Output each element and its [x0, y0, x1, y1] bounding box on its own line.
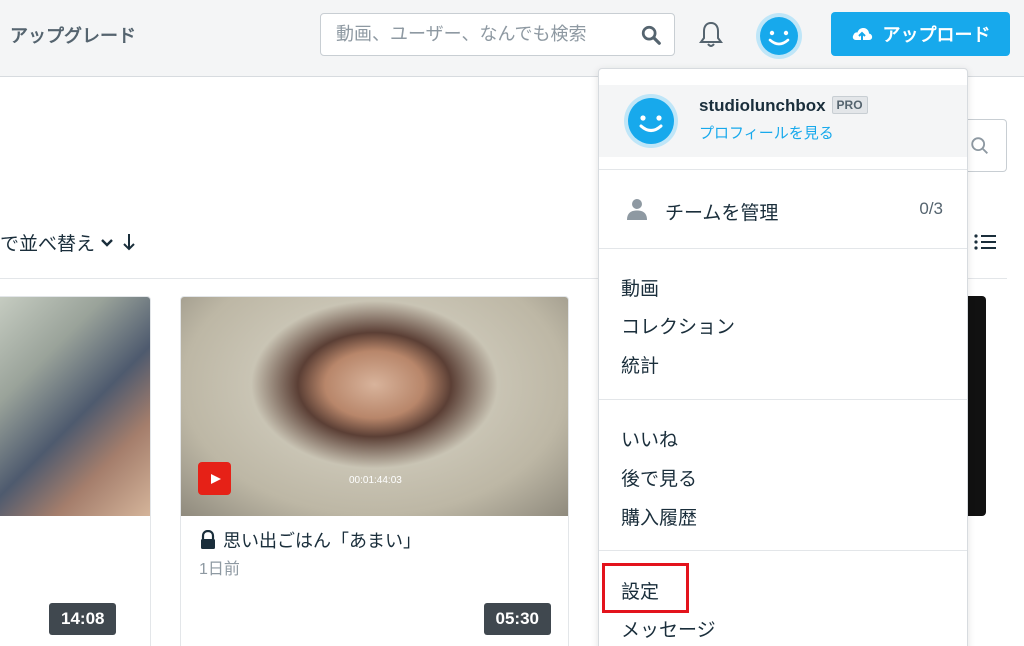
menu-divider [599, 169, 967, 170]
chevron-down-icon [101, 238, 113, 247]
library-search-box[interactable] [965, 119, 1007, 172]
timecode-overlay: 00:01:44:03 [349, 475, 402, 486]
search-input[interactable] [321, 14, 621, 55]
menu-item-collections[interactable]: コレクション [621, 312, 735, 339]
username: studiolunchbox PRO [699, 96, 868, 116]
search-icon[interactable] [640, 24, 662, 46]
sort-dropdown[interactable]: で並べ替え [0, 229, 113, 256]
user-menu-dropdown: studiolunchbox PRO プロフィールを見る チームを管理 0/3 動… [598, 68, 968, 646]
menu-item-settings[interactable]: 設定 [621, 577, 659, 604]
manage-team-item[interactable]: チームを管理 0/3 [599, 187, 967, 231]
menu-divider [599, 550, 967, 551]
menu-item-videos[interactable]: 動画 [621, 274, 659, 301]
menu-divider [599, 399, 967, 400]
top-nav: アップグレード アップロード [0, 0, 1024, 77]
pro-badge: PRO [831, 96, 868, 114]
sort-direction-icon[interactable] [122, 232, 136, 252]
profile-header[interactable]: studiolunchbox PRO プロフィールを見る [599, 85, 967, 157]
upload-label: アップロード [882, 25, 991, 45]
username-text: studiolunchbox [699, 96, 826, 115]
video-title[interactable]: 思い出ごはん「あまい」 [199, 527, 421, 553]
sort-label: で並べ替え [0, 234, 96, 255]
video-card[interactable]: 00:01:44:03 05:30 思い出ごはん「あまい」 1日前 [180, 296, 569, 646]
duration-badge: 14:08 [49, 603, 117, 635]
video-card[interactable]: 14:08 [0, 296, 151, 646]
menu-item-watch-later[interactable]: 後で見る [621, 464, 697, 491]
menu-item-purchases[interactable]: 購入履歴 [621, 503, 697, 530]
profile-avatar [624, 94, 678, 148]
lock-icon [201, 530, 215, 549]
menu-item-messages[interactable]: メッセージ [621, 615, 716, 642]
menu-item-likes[interactable]: いいね [621, 425, 678, 452]
search-box[interactable] [320, 13, 675, 56]
list-view-icon[interactable] [972, 231, 998, 253]
search-icon[interactable] [969, 135, 991, 157]
menu-item-stats[interactable]: 統計 [621, 351, 659, 378]
cloud-upload-icon [852, 28, 872, 40]
notification-bell-icon[interactable] [698, 20, 724, 50]
video-thumbnail[interactable] [0, 297, 150, 516]
menu-divider [599, 248, 967, 249]
user-avatar[interactable] [755, 12, 803, 60]
upgrade-link[interactable]: アップグレード [10, 22, 136, 48]
manage-team-label: チームを管理 [665, 203, 779, 224]
team-count: 0/3 [919, 199, 943, 218]
video-date: 1日前 [199, 561, 240, 578]
view-profile-link[interactable]: プロフィールを見る [699, 122, 834, 143]
upload-button[interactable]: アップロード [831, 12, 1010, 56]
person-icon [627, 199, 647, 220]
youtube-icon [198, 462, 231, 495]
duration-badge: 05:30 [483, 603, 551, 635]
video-title-text: 思い出ごはん「あまい」 [223, 531, 421, 551]
